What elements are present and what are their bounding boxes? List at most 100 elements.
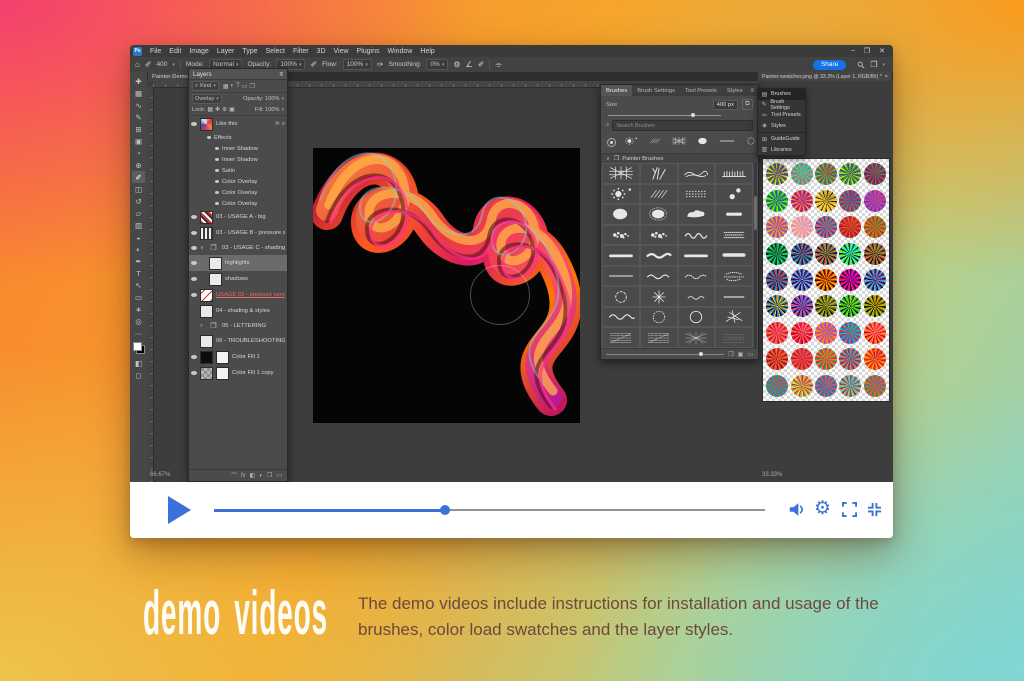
brush-dot-burst[interactable]	[602, 184, 640, 205]
brush-twigs[interactable]	[640, 163, 678, 184]
brush-dot-ring[interactable]	[640, 307, 678, 328]
flow-select[interactable]: 100% ▾	[343, 59, 372, 70]
brush-dash-ring[interactable]	[602, 286, 640, 307]
layer-row[interactable]: 04 - shading & styles	[189, 303, 287, 319]
history-brush-tool[interactable]: ↺	[132, 195, 145, 207]
brush-wave[interactable]	[602, 307, 640, 328]
brush-texture[interactable]	[602, 327, 640, 348]
brush-scratch[interactable]	[678, 163, 716, 184]
brush-faint-texture[interactable]	[715, 327, 753, 348]
quick-selection-tool[interactable]: ✎	[132, 111, 145, 123]
layer-thumbnail[interactable]	[209, 273, 222, 286]
brush-fringe[interactable]	[715, 163, 753, 184]
hand-tool[interactable]: ∗	[132, 303, 145, 315]
brush-lattice-texture[interactable]	[678, 327, 716, 348]
eyedropper-tool[interactable]: ◔	[132, 147, 145, 159]
filter-icon-3[interactable]: ▭	[242, 83, 248, 90]
brush-wavy-line[interactable]	[640, 266, 678, 287]
pressure-size-icon[interactable]: ✐	[478, 60, 485, 69]
recent-brush-dot-burst[interactable]	[622, 136, 640, 148]
visibility-eye-icon[interactable]	[191, 122, 197, 126]
progress-knob[interactable]	[440, 505, 450, 515]
workspace-icon[interactable]: ❒	[870, 60, 877, 69]
blur-tool[interactable]: ◒	[132, 231, 145, 243]
pen-tool[interactable]: ✒	[132, 255, 145, 267]
brush-blob[interactable]	[602, 204, 640, 225]
zoom-tool[interactable]: ◎	[132, 315, 145, 327]
share-button[interactable]: Share	[813, 60, 846, 70]
size-value-field[interactable]: 400 px	[713, 100, 738, 110]
effect-eye-icon[interactable]	[215, 191, 219, 194]
footer-slider-knob[interactable]	[699, 352, 703, 356]
more-tools[interactable]: ⋯	[132, 327, 145, 339]
layer-effect-row[interactable]: Color Overlay	[189, 176, 287, 187]
effect-eye-icon[interactable]	[215, 169, 219, 172]
brush-cross-twigs[interactable]	[715, 307, 753, 328]
layer-effect-row[interactable]: Color Overlay	[189, 198, 287, 209]
lock-icon-3[interactable]: ▣	[229, 106, 235, 113]
lock-icon-2[interactable]: ⊕	[222, 106, 227, 113]
brush-hatch[interactable]	[640, 184, 678, 205]
layer-row[interactable]: 03 - USAGE B - pressure sensitive	[189, 225, 287, 241]
settings-gear-icon[interactable]: ⚙	[814, 499, 831, 519]
brush-noise-patch[interactable]	[715, 225, 753, 246]
smoothing-select[interactable]: 0% ▾	[426, 59, 448, 70]
lock-icon-1[interactable]: ✚	[215, 106, 220, 113]
restore-button[interactable]: ❐	[864, 47, 870, 55]
layer-row[interactable]: 06 - TROUBLESHOOTING	[189, 333, 287, 349]
shape-tool[interactable]: ▭	[132, 291, 145, 303]
minimize-button[interactable]: –	[851, 47, 855, 55]
layer-effect-row[interactable]: Inner Shadow	[189, 154, 287, 165]
menu-select[interactable]: Select	[262, 48, 289, 55]
layer-thumbnail[interactable]	[200, 335, 213, 348]
volume-icon[interactable]	[788, 502, 806, 522]
menu-image[interactable]: Image	[185, 48, 212, 55]
brush-two-dots[interactable]	[715, 184, 753, 205]
brush-small-wave[interactable]	[678, 286, 716, 307]
layer-row[interactable]: shadows	[189, 271, 287, 287]
path-selection-tool[interactable]: ↖	[132, 279, 145, 291]
airbrush-icon[interactable]: ✑	[377, 60, 384, 69]
filter-kind-select[interactable]: ⌕ Kind ▾	[192, 81, 219, 91]
dock-item-libraries[interactable]: ▥Libraries	[758, 145, 805, 156]
effect-eye-icon[interactable]	[215, 180, 219, 183]
dodge-tool[interactable]: ◐	[132, 243, 145, 255]
brush-dot-rows[interactable]	[678, 184, 716, 205]
blend-mode-select[interactable]: Overlay ▾	[192, 94, 222, 104]
quick-mask-toggle[interactable]: ◧	[132, 357, 145, 369]
zoom-level-right[interactable]: 33.33%	[762, 472, 782, 478]
brush-tip-radio[interactable]	[607, 138, 616, 147]
symmetry-icon[interactable]: ⌯	[495, 60, 501, 70]
chevron-icon[interactable]: ∨	[200, 245, 205, 251]
scrollbar-thumb[interactable]	[754, 196, 757, 230]
layer-thumbnail[interactable]	[209, 257, 222, 270]
foreground-color-swatch[interactable]	[133, 342, 142, 351]
layer-row[interactable]: Like thisfx ∨	[189, 116, 287, 132]
menu-help[interactable]: Help	[416, 48, 438, 55]
progress-bar[interactable]	[214, 502, 765, 518]
brush-splat[interactable]	[602, 225, 640, 246]
layer-thumbnail[interactable]	[200, 367, 213, 380]
brush-angle-icon[interactable]: ∠	[466, 60, 473, 69]
layers-footer-icon-5[interactable]: ▭	[276, 472, 282, 479]
filter-icon-1[interactable]: ◐	[231, 83, 235, 90]
opacity-field[interactable]: Opacity: 100%	[243, 96, 279, 102]
close-button[interactable]: ✕	[879, 47, 885, 55]
menu-plugins[interactable]: Plugins	[353, 48, 384, 55]
layer-thumbnail[interactable]	[200, 289, 213, 302]
brushes-footer-icon-0[interactable]: ❒	[728, 351, 733, 358]
filter-icon-2[interactable]: T	[236, 83, 240, 90]
recent-brush-line[interactable]	[718, 136, 736, 148]
brush-ring[interactable]	[678, 307, 716, 328]
recent-brush-blob[interactable]	[694, 136, 712, 148]
layer-effect-row[interactable]: Effects	[189, 132, 287, 143]
layer-mask-thumbnail[interactable]	[216, 351, 229, 364]
clone-stamp-tool[interactable]: ◫	[132, 183, 145, 195]
frame-tool[interactable]: ▣	[132, 135, 145, 147]
size-slider[interactable]	[608, 111, 751, 119]
effect-eye-icon[interactable]	[215, 202, 219, 205]
visibility-eye-icon[interactable]	[191, 371, 197, 375]
flip-icon[interactable]: ⧉	[742, 99, 753, 110]
slider-knob[interactable]	[691, 113, 695, 117]
zoom-level-left[interactable]: 66.67%	[150, 472, 170, 478]
